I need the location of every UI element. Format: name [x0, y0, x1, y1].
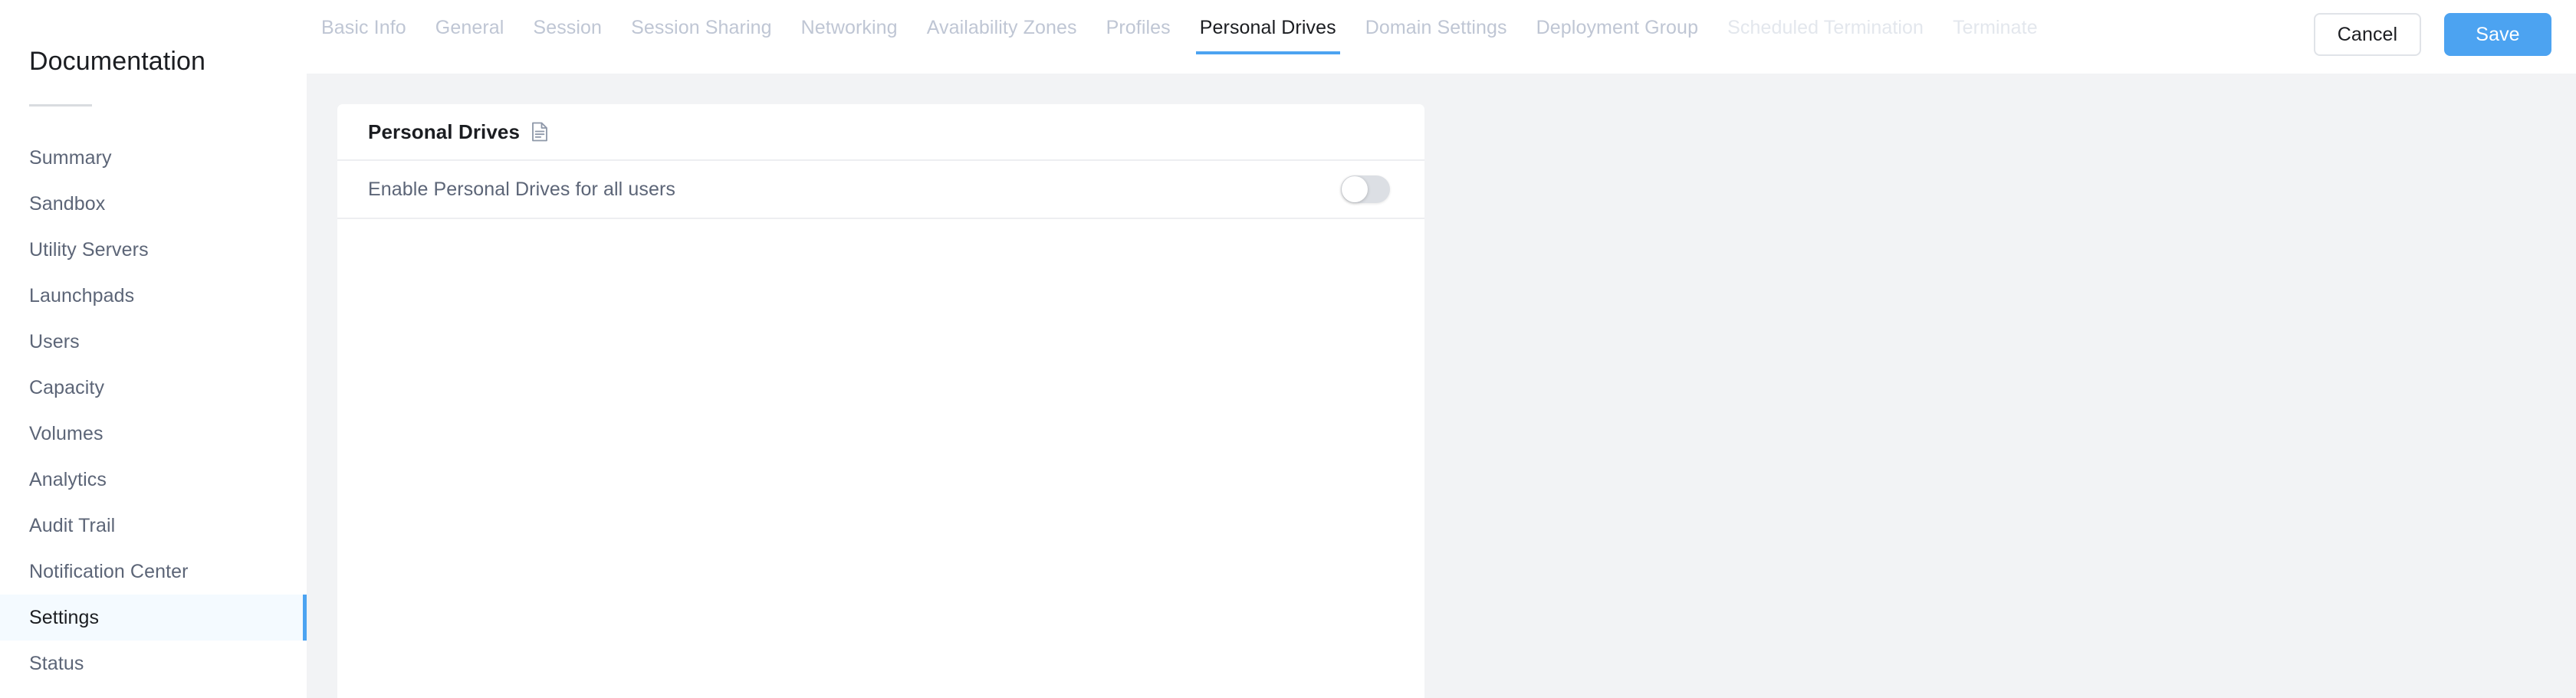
- sidebar-item-volumes[interactable]: Volumes: [0, 411, 307, 457]
- document-icon[interactable]: [531, 122, 548, 142]
- cancel-button[interactable]: Cancel: [2314, 13, 2421, 56]
- app-root: Documentation Summary Sandbox Utility Serv…: [0, 0, 2576, 698]
- tab-networking[interactable]: Networking: [787, 0, 912, 54]
- setting-row-label: Enable Personal Drives for all users: [368, 179, 675, 200]
- sidebar-item-audit-trail[interactable]: Audit Trail: [0, 503, 307, 549]
- tab-profiles[interactable]: Profiles: [1092, 0, 1185, 54]
- card-header: Personal Drives: [337, 104, 1424, 161]
- tab-general[interactable]: General: [421, 0, 519, 54]
- sidebar-item-label: Volumes: [29, 423, 104, 444]
- tab-label: Profiles: [1106, 16, 1171, 38]
- tab-bar: Basic Info General Session Session Sharing N…: [307, 0, 2052, 74]
- sidebar: Documentation Summary Sandbox Utility Serv…: [0, 0, 307, 698]
- sidebar-item-label: Audit Trail: [29, 515, 116, 536]
- setting-row: Enable Personal Drives for all users: [337, 161, 1424, 219]
- tab-label: Networking: [800, 16, 898, 38]
- header-actions: Cancel Save: [2314, 13, 2551, 56]
- enable-personal-drives-toggle[interactable]: [1341, 175, 1390, 203]
- tab-label: Deployment Group: [1536, 16, 1699, 38]
- sidebar-item-label: Status: [29, 653, 84, 674]
- tab-session-sharing[interactable]: Session Sharing: [616, 0, 787, 54]
- sidebar-item-users[interactable]: Users: [0, 319, 307, 365]
- sidebar-item-analytics[interactable]: Analytics: [0, 457, 307, 503]
- sidebar-item-settings[interactable]: Settings: [0, 595, 307, 641]
- sidebar-item-label: Notification Center: [29, 561, 189, 582]
- tab-label: Session: [533, 16, 603, 38]
- tab-label: Session Sharing: [631, 16, 772, 38]
- tab-domain-settings[interactable]: Domain Settings: [1351, 0, 1522, 54]
- sidebar-item-label: Summary: [29, 147, 112, 169]
- sidebar-item-launchpads[interactable]: Launchpads: [0, 273, 307, 319]
- sidebar-item-label: Settings: [29, 607, 100, 628]
- tab-label: Domain Settings: [1365, 16, 1507, 38]
- sidebar-item-status[interactable]: Status: [0, 641, 307, 687]
- card-body: Enable Personal Drives for all users: [337, 161, 1424, 219]
- sidebar-item-notification-center[interactable]: Notification Center: [0, 549, 307, 595]
- toggle-knob: [1342, 176, 1368, 202]
- content-area: Personal Drives Enable Personal Drives f…: [307, 74, 2576, 698]
- tab-scheduled-termination: Scheduled Termination: [1713, 0, 1938, 54]
- tab-label: Availability Zones: [926, 16, 1077, 38]
- card-title: Personal Drives: [368, 120, 521, 143]
- sidebar-item-utility-servers[interactable]: Utility Servers: [0, 227, 307, 273]
- sidebar-item-label: Utility Servers: [29, 239, 149, 261]
- sidebar-divider: [29, 104, 92, 107]
- sidebar-item-label: Sandbox: [29, 193, 106, 215]
- page-title: Documentation: [29, 47, 205, 76]
- save-button[interactable]: Save: [2444, 13, 2551, 56]
- sidebar-item-sandbox[interactable]: Sandbox: [0, 181, 307, 227]
- personal-drives-card: Personal Drives Enable Personal Drives f…: [337, 104, 1424, 698]
- tab-availability-zones[interactable]: Availability Zones: [912, 0, 1092, 54]
- tab-session[interactable]: Session: [518, 0, 616, 54]
- tab-terminate: Terminate: [1938, 0, 2052, 54]
- sidebar-nav: Summary Sandbox Utility Servers Launchpads U…: [0, 135, 307, 687]
- sidebar-item-summary[interactable]: Summary: [0, 135, 307, 181]
- sidebar-item-label: Launchpads: [29, 285, 135, 306]
- tab-basic-info[interactable]: Basic Info: [307, 0, 421, 54]
- tab-personal-drives[interactable]: Personal Drives: [1185, 0, 1351, 54]
- top-header: Basic Info General Session Session Sharing N…: [307, 0, 2576, 74]
- tab-label: General: [435, 16, 504, 38]
- tab-label: Scheduled Termination: [1727, 16, 1924, 38]
- tab-deployment-group[interactable]: Deployment Group: [1522, 0, 1713, 54]
- sidebar-item-label: Capacity: [29, 377, 105, 398]
- tab-label: Personal Drives: [1199, 16, 1336, 38]
- sidebar-item-label: Analytics: [29, 469, 107, 490]
- sidebar-item-label: Users: [29, 331, 80, 352]
- tab-label: Terminate: [1953, 16, 2038, 38]
- sidebar-item-capacity[interactable]: Capacity: [0, 365, 307, 411]
- tab-label: Basic Info: [321, 16, 406, 38]
